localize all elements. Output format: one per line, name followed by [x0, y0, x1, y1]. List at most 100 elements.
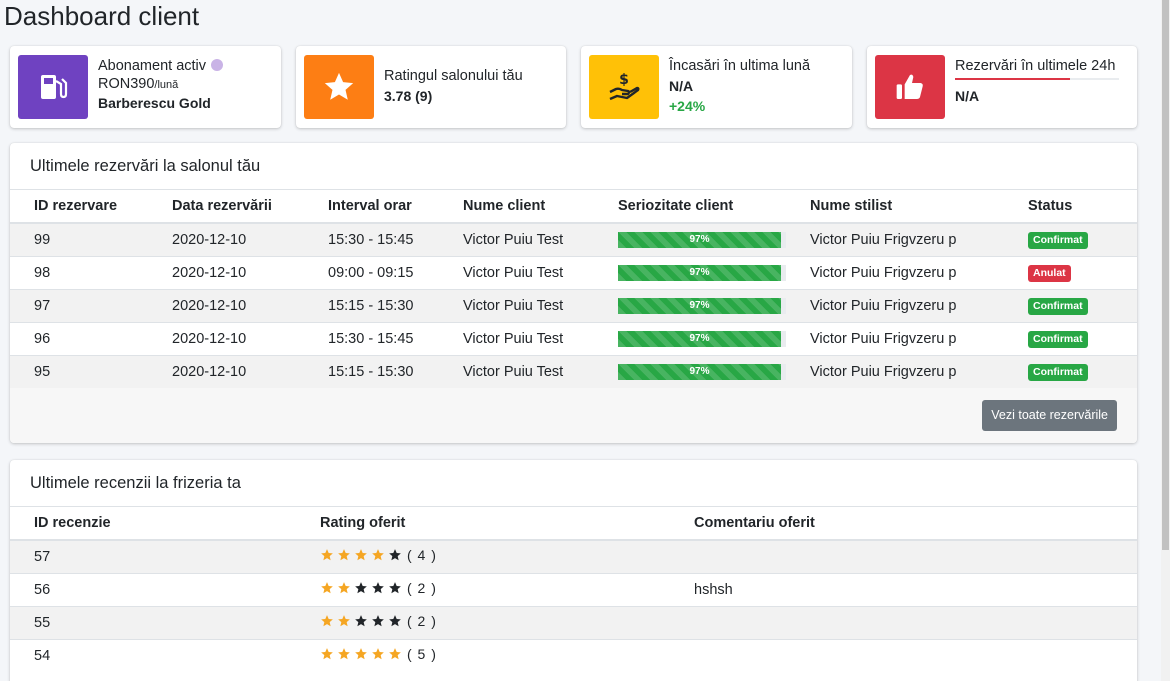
client-name: Victor Puiu Test: [439, 321, 594, 355]
bookings-progress: [955, 78, 1119, 80]
seriousness-bar: 97%: [618, 363, 786, 380]
star-filled-icon: [321, 549, 333, 561]
hand-dollar-icon: $: [589, 55, 659, 119]
status-cell: Confirmat: [1004, 321, 1137, 355]
col-id: ID rezervare: [10, 190, 148, 224]
status-badge: Confirmat: [1028, 231, 1088, 249]
star-filled-icon: [338, 648, 350, 660]
star-filled-icon: [321, 615, 333, 627]
star-empty-icon: [355, 582, 367, 594]
svg-text:$: $: [619, 72, 629, 88]
rating-cell: ( 4 ): [296, 539, 670, 573]
reviews-card: Ultimele recenzii la frizeria ta ID rece…: [10, 460, 1137, 681]
reservation-date: 2020-12-10: [148, 354, 304, 388]
seriousness-bar: 97%: [618, 264, 786, 281]
status-badge: Confirmat: [1028, 330, 1088, 348]
star-filled-icon: [321, 582, 333, 594]
rating-value: 3.78 (9): [384, 88, 433, 104]
star-empty-icon: [389, 615, 401, 627]
subscription-label: Abonament activ: [98, 58, 207, 74]
seriousness-cell: 97%: [594, 255, 786, 289]
seriousness-bar: 97%: [618, 297, 786, 314]
rating-stars: ( 5 ): [320, 646, 437, 662]
col-seriousness: Seriozitate client: [594, 190, 786, 224]
seriousness-bar-fill: 97%: [618, 231, 781, 248]
reservation-date: 2020-12-10: [148, 255, 304, 289]
star-filled-icon: [372, 648, 384, 660]
table-row: 57 ( 4 ): [10, 539, 1137, 573]
reservation-id: 98: [10, 255, 148, 289]
reservations-table: ID rezervare Data rezervării Interval or…: [10, 190, 1137, 388]
seriousness-bar-fill: 97%: [618, 264, 781, 281]
status-cell: Confirmat: [1004, 222, 1137, 256]
seriousness-cell: 97%: [594, 321, 786, 355]
client-name: Victor Puiu Test: [439, 354, 594, 388]
fuel-pump-icon: [18, 55, 88, 119]
star-empty-icon: [355, 615, 367, 627]
star-icon: [304, 55, 374, 119]
rating-count: ( 2 ): [407, 613, 437, 629]
reservation-interval: 09:00 - 09:15: [304, 255, 439, 289]
stylist-name: Victor Puiu Frigvzeru p: [786, 288, 1004, 322]
rating-stars: ( 4 ): [320, 547, 437, 563]
seriousness-cell: 97%: [594, 288, 786, 322]
subscription-price: RON390: [98, 76, 155, 92]
status-cell: Confirmat: [1004, 288, 1137, 322]
thumbs-up-icon: [875, 55, 945, 119]
status-cell: Anulat: [1004, 255, 1137, 289]
star-filled-icon: [355, 648, 367, 660]
stylist-name: Victor Puiu Frigvzeru p: [786, 222, 1004, 256]
client-name: Victor Puiu Test: [439, 255, 594, 289]
reservations-title: Ultimele rezervări la salonul tău: [10, 143, 1137, 190]
status-dot: [211, 59, 224, 71]
scrollbar-thumb[interactable]: [1162, 0, 1169, 550]
reservation-interval: 15:15 - 15:30: [304, 288, 439, 322]
income-info-box: $ Încasări în ultima lună N/A +24%: [581, 46, 852, 128]
star-empty-icon: [372, 615, 384, 627]
star-filled-icon: [355, 549, 367, 561]
star-filled-icon: [338, 549, 350, 561]
star-filled-icon: [338, 615, 350, 627]
table-row: 99 2020-12-10 15:30 - 15:45 Victor Puiu Tes…: [10, 222, 1137, 256]
page-title: Dashboard client: [4, 1, 200, 31]
reservations-footer: Vezi toate rezervările: [10, 388, 1137, 443]
table-row: 95 2020-12-10 15:15 - 15:30 Victor Puiu Tes…: [10, 354, 1137, 388]
subscription-unit: /lună: [154, 79, 179, 91]
review-comment: [670, 539, 1137, 573]
bookings-label: Rezervări în ultimele 24h: [955, 58, 1116, 74]
status-cell: Confirmat: [1004, 354, 1137, 388]
view-all-reservations-button[interactable]: Vezi toate rezervările: [982, 400, 1117, 431]
status-badge: Confirmat: [1028, 363, 1088, 381]
status-badge: Confirmat: [1028, 297, 1088, 315]
bookings-info-box: Rezervări în ultimele 24h N/A: [867, 46, 1137, 128]
seriousness-bar-fill: 97%: [618, 297, 781, 314]
col-client: Nume client: [439, 190, 594, 224]
reservation-date: 2020-12-10: [148, 321, 304, 355]
subscription-plan: Barberescu Gold: [98, 95, 211, 111]
reservation-date: 2020-12-10: [148, 288, 304, 322]
col-comment: Comentariu oferit: [670, 507, 1137, 541]
rating-count: ( 5 ): [407, 646, 437, 663]
reservation-interval: 15:30 - 15:45: [304, 321, 439, 355]
seriousness-cell: 97%: [594, 222, 786, 256]
review-comment: [670, 605, 1137, 639]
bookings-value: N/A: [955, 88, 980, 104]
review-id: 55: [10, 605, 296, 639]
income-label: Încasări în ultima lună: [669, 58, 811, 74]
col-stylist: Nume stilist: [786, 190, 1004, 224]
reservations-header-row: ID rezervare Data rezervării Interval or…: [10, 190, 1137, 224]
review-id: 57: [10, 539, 296, 573]
reservation-date: 2020-12-10: [148, 222, 304, 256]
star-filled-icon: [372, 549, 384, 561]
star-empty-icon: [389, 549, 401, 561]
client-name: Victor Puiu Test: [439, 288, 594, 322]
table-row: 56 ( 2 ) hshsh: [10, 572, 1137, 606]
client-name: Victor Puiu Test: [439, 222, 594, 256]
scrollbar-track[interactable]: [1161, 0, 1170, 681]
reservation-interval: 15:15 - 15:30: [304, 354, 439, 388]
reservation-id: 99: [10, 222, 148, 256]
rating-stars: ( 2 ): [320, 613, 437, 629]
rating-cell: ( 2 ): [296, 605, 670, 639]
star-filled-icon: [338, 582, 350, 594]
star-filled-icon: [321, 648, 333, 660]
